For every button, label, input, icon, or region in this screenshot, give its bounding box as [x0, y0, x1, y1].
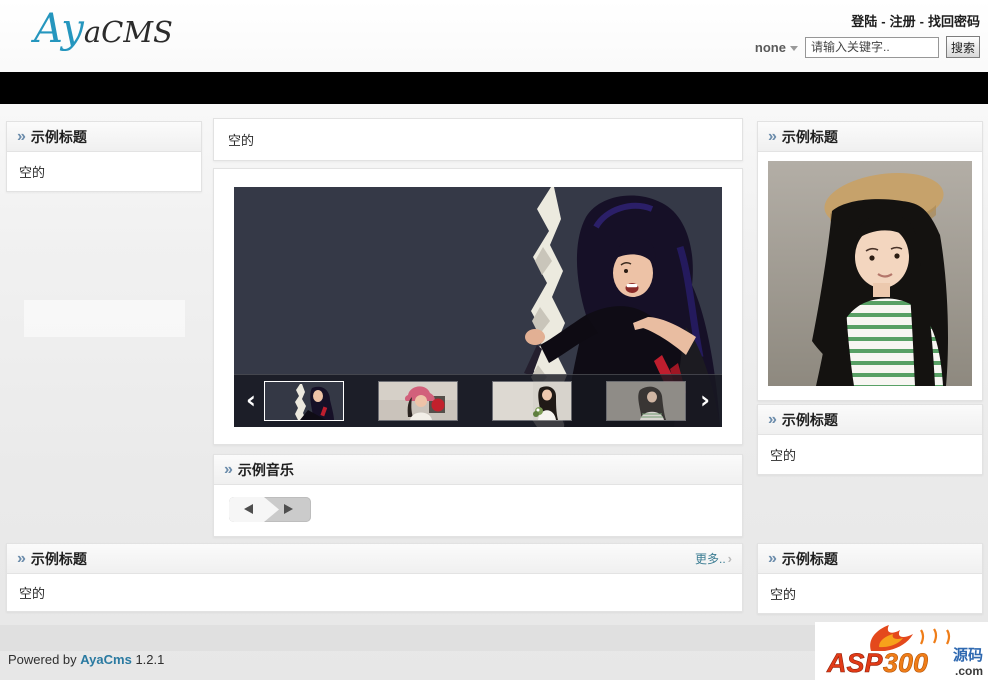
ayacms-link[interactable]: AyaCms	[80, 652, 132, 667]
main-empty-box: 空的	[213, 118, 743, 161]
right-box-2-content: 空的	[770, 448, 797, 463]
double-chevron-icon: »	[768, 127, 777, 145]
version-text: 1.2.1	[135, 652, 165, 667]
search-scope-label: none	[754, 39, 786, 55]
right-box-2-header: » 示例标题	[758, 405, 982, 435]
logo-text-blue: Ay	[34, 6, 84, 52]
powered-prefix: Powered by	[8, 652, 77, 667]
carousel-prev-icon[interactable]: ‹	[246, 387, 256, 413]
logo-text-dark: aCMS	[83, 15, 173, 49]
thumbnail-3-image	[493, 382, 571, 420]
search-input[interactable]	[804, 36, 939, 58]
search-bar: none 搜索	[755, 36, 980, 58]
search-button[interactable]: 搜索	[945, 36, 980, 58]
left-sidebar-box: » 示例标题 空的	[6, 121, 202, 192]
music-box-header: » 示例音乐	[214, 455, 742, 485]
music-box: » 示例音乐	[213, 454, 743, 537]
right-box-1-title: 示例标题	[781, 128, 838, 145]
powered-by: Powered by AyaCms 1.2.1	[8, 652, 164, 667]
bottom-box: » 示例标题 更多.. › 空的	[6, 543, 743, 612]
num-text: 300	[883, 648, 928, 678]
asp-text: ASP	[826, 648, 884, 678]
thumbnail-1-image	[265, 382, 343, 420]
asp300-logo: ASP 300 源码 .com	[815, 622, 988, 680]
empty-placeholder	[24, 300, 185, 337]
more-arrow-icon: ›	[727, 551, 732, 566]
double-chevron-icon: »	[17, 549, 26, 567]
nav-bar	[0, 72, 988, 104]
search-scope-dropdown[interactable]: none	[755, 40, 798, 55]
dropdown-arrow-icon	[789, 45, 798, 51]
carousel-thumbnail-strip: ‹ ›	[234, 374, 722, 427]
right-box-1-header: » 示例标题	[758, 122, 982, 152]
carousel-stage: ‹ ›	[234, 187, 722, 427]
right-box-2: » 示例标题 空的	[757, 404, 983, 475]
left-box-title: 示例标题	[30, 128, 87, 145]
music-box-content	[214, 485, 742, 536]
right-box-2-title: 示例标题	[781, 411, 838, 428]
link-separator: -	[881, 14, 886, 29]
register-link[interactable]: 注册	[890, 14, 916, 29]
double-chevron-icon: »	[17, 127, 26, 145]
left-box-header: » 示例标题	[7, 122, 201, 152]
play-icon[interactable]	[284, 504, 293, 514]
cn-text: 源码	[953, 646, 983, 664]
audio-player[interactable]	[229, 497, 311, 522]
right-box-3-header: » 示例标题	[758, 544, 982, 574]
right-box-3-content: 空的	[770, 587, 797, 602]
left-box-content: 空的	[19, 165, 46, 180]
bottom-box-header: » 示例标题 更多.. ›	[7, 544, 742, 574]
right-box-1-content	[758, 152, 982, 400]
double-chevron-icon: »	[768, 549, 777, 567]
carousel-thumbnail-4[interactable]	[606, 381, 686, 421]
asp300-watermark: ASP 300 源码 .com	[815, 622, 988, 680]
sidebar-photo	[768, 161, 972, 386]
music-box-title: 示例音乐	[237, 461, 294, 478]
bottom-box-title: 示例标题	[30, 550, 87, 567]
right-box-3-title: 示例标题	[781, 550, 838, 567]
carousel-thumbnail-1[interactable]	[264, 381, 344, 421]
main-empty-content: 空的	[228, 133, 255, 148]
rewind-icon[interactable]	[244, 504, 253, 514]
double-chevron-icon: »	[768, 410, 777, 428]
carousel-box: ‹ ›	[213, 168, 743, 445]
carousel-thumbnail-3[interactable]	[492, 381, 572, 421]
more-link[interactable]: 更多..	[695, 550, 726, 567]
right-box-1: » 示例标题	[757, 121, 983, 401]
find-password-link[interactable]: 找回密码	[928, 14, 980, 29]
account-links: 登陆 - 注册 - 找回密码	[851, 11, 980, 30]
carousel-next-icon[interactable]: ›	[700, 387, 710, 413]
com-text: .com	[955, 664, 983, 678]
page: AyaCMS 登陆-注册-找回密码 none 搜索 » 示例标题 空的 空的	[0, 0, 988, 680]
double-chevron-icon: »	[224, 460, 233, 478]
login-link[interactable]: 登陆	[851, 14, 877, 29]
bottom-box-content: 空的	[19, 586, 46, 601]
carousel-thumbnail-2[interactable]	[378, 381, 458, 421]
player-left-segment	[229, 497, 279, 522]
thumbnail-2-image	[379, 382, 457, 420]
thumbnail-4-image	[607, 382, 685, 420]
link-separator: -	[919, 14, 924, 29]
site-logo[interactable]: AyaCMS	[34, 6, 173, 52]
right-box-3: » 示例标题 空的	[757, 543, 983, 614]
